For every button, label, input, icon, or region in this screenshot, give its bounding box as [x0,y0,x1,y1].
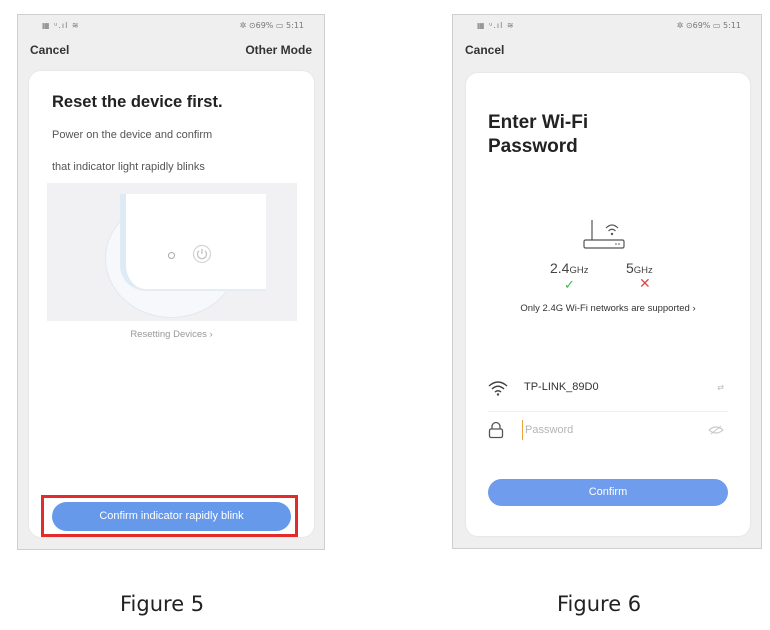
check-icon: ✓ [564,277,575,292]
description-line-2: that indicator light rapidly blinks [52,161,205,173]
wifi-network-name: TP-LINK_89D0 [524,381,599,393]
title-line-2: Password [488,136,578,157]
figure-5-caption: Figure 5 [120,592,205,616]
device-illustration [47,183,297,321]
cancel-button[interactable]: Cancel [465,43,504,57]
top-nav: Cancel Other Mode [18,43,324,63]
band-5ghz-label: 5GHz [626,260,653,276]
figure-6-caption: Figure 6 [557,592,642,616]
wifi-icon [488,381,508,396]
resetting-devices-link[interactable]: Resetting Devices › [29,329,314,340]
confirm-indicator-button[interactable]: Confirm indicator rapidly blink [52,502,291,531]
status-signal: ▦ ᵘ.ıl ≋ [477,21,515,30]
device-body [120,194,266,291]
reset-card: Reset the device first. Power on the dev… [29,71,314,537]
switch-network-icon[interactable]: ⇄ [717,383,724,392]
password-row [488,417,728,447]
status-battery-time: ✲ ⊙69% ▭ 5:11 [239,21,304,30]
router-icon [583,220,625,249]
lock-icon [488,421,504,439]
page-title: Enter Wi-Fi Password [488,111,588,159]
status-bar: ▦ ᵘ.ıl ≋ ✲ ⊙69% ▭ 5:11 [453,20,761,34]
phone-screen-wifi: ▦ ᵘ.ıl ≋ ✲ ⊙69% ▭ 5:11 Cancel Enter Wi-F… [452,14,762,549]
band-2-4-number: 2.4 [550,260,570,276]
status-battery-time: ✲ ⊙69% ▭ 5:11 [676,21,741,30]
status-bar: ▦ ᵘ.ıl ≋ ✲ ⊙69% ▭ 5:11 [18,20,324,34]
password-input[interactable] [522,420,695,440]
eye-icon[interactable] [708,425,724,435]
device-disc [105,194,266,318]
status-signal: ▦ ᵘ.ıl ≋ [42,21,80,30]
indicator-light-icon [168,252,175,259]
supported-networks-link[interactable]: Only 2.4G Wi-Fi networks are supported › [466,303,750,314]
band-2-4-unit: GHz [569,265,589,276]
wifi-card: Enter Wi-Fi Password 2.4GHz 5GHz ✓ ✕ Onl… [466,73,750,536]
cancel-button[interactable]: Cancel [30,43,69,57]
wifi-network-row[interactable]: TP-LINK_89D0 ⇄ [488,373,728,412]
other-mode-button[interactable]: Other Mode [245,43,312,57]
cross-icon: ✕ [639,275,651,291]
title-line-1: Enter Wi-Fi [488,112,589,133]
phone-screen-reset: ▦ ᵘ.ıl ≋ ✲ ⊙69% ▭ 5:11 Cancel Other Mode… [17,14,325,550]
power-button-icon [192,244,212,264]
confirm-button[interactable]: Confirm [488,479,728,506]
description-line-1: Power on the device and confirm [52,129,213,141]
band-2-4ghz-label: 2.4GHz [550,260,588,276]
band-5-number: 5 [626,260,634,276]
top-nav: Cancel [453,43,761,63]
page-title: Reset the device first. [52,93,223,111]
